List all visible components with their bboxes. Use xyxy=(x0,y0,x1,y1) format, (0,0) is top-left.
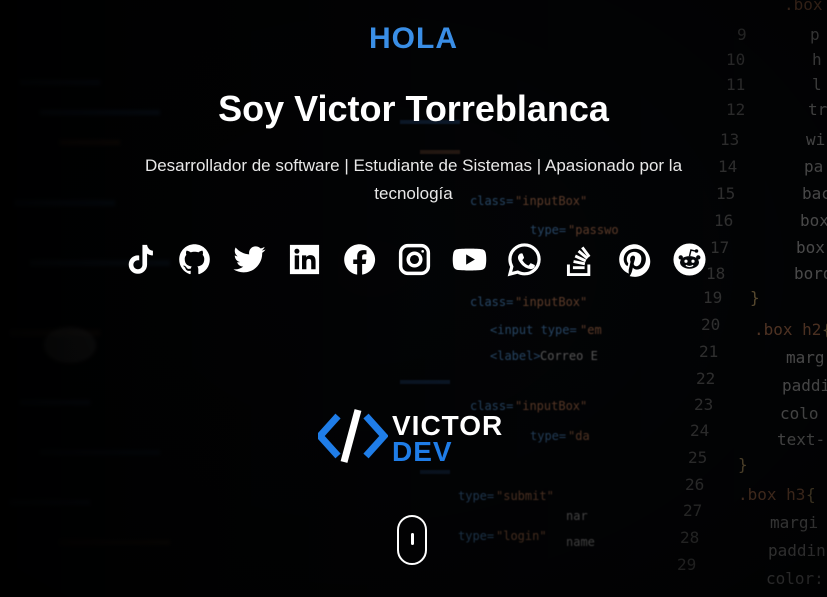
linkedin-icon xyxy=(289,244,320,274)
stackoverflow-icon xyxy=(566,246,591,276)
github-link[interactable] xyxy=(177,240,212,278)
pinterest-link[interactable] xyxy=(617,240,652,278)
logo-text-secondary: DEV xyxy=(392,436,453,467)
reddit-icon xyxy=(673,242,706,276)
facebook-icon xyxy=(344,243,376,275)
mouse-wheel-icon xyxy=(411,533,414,545)
instagram-icon xyxy=(398,243,431,275)
whatsapp-icon xyxy=(507,242,541,276)
hero-section: HOLA Soy Victor Torreblanca Desarrollado… xyxy=(0,0,827,597)
twitter-icon xyxy=(233,245,266,272)
youtube-link[interactable] xyxy=(452,240,487,278)
tiktok-icon xyxy=(128,244,153,274)
logo[interactable]: VICTOR DEV xyxy=(318,408,518,468)
github-icon xyxy=(179,243,210,274)
stackoverflow-link[interactable] xyxy=(562,240,597,278)
reddit-link[interactable] xyxy=(672,240,707,278)
instagram-link[interactable] xyxy=(397,240,432,278)
code-brackets-icon xyxy=(318,409,388,463)
whatsapp-link[interactable] xyxy=(507,240,542,278)
page-title: Soy Victor Torreblanca xyxy=(218,88,609,129)
greeting-text: HOLA xyxy=(369,22,458,55)
scroll-down-indicator[interactable] xyxy=(397,515,427,565)
youtube-icon xyxy=(452,248,487,270)
tagline-text: Desarrollador de software | Estudiante d… xyxy=(144,156,683,203)
tiktok-link[interactable] xyxy=(122,240,157,278)
twitter-link[interactable] xyxy=(232,240,267,278)
facebook-link[interactable] xyxy=(342,240,377,278)
social-links xyxy=(122,240,707,280)
pinterest-icon xyxy=(619,243,651,277)
linkedin-link[interactable] xyxy=(287,240,322,278)
